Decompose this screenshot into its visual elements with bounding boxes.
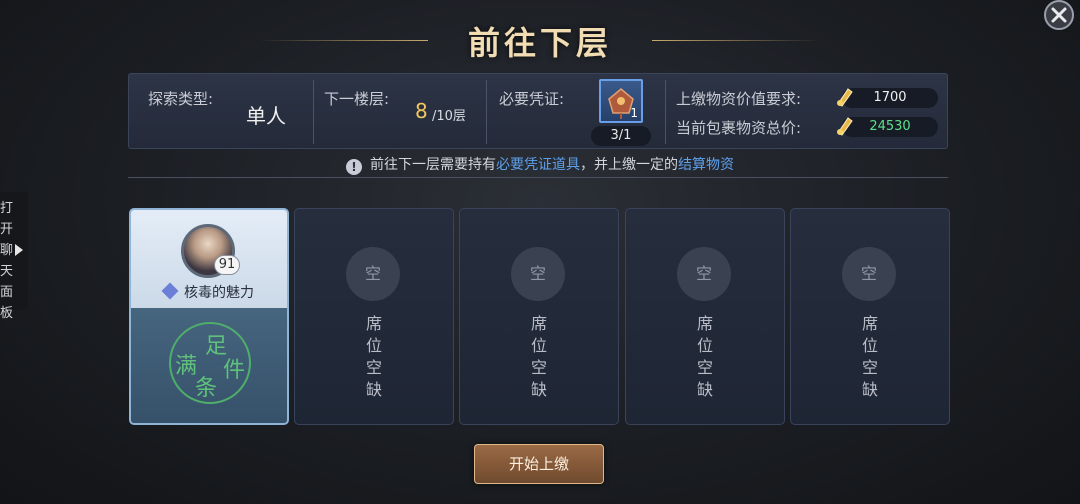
explore-type-section: 探索类型: 单人 [129, 74, 313, 150]
notice-middle: ，并上缴一定的 [580, 157, 678, 173]
seat-empty[interactable]: 空 席位空缺 [459, 208, 619, 425]
credential-section: 必要凭证: 1 3/1 [487, 74, 665, 150]
start-submit-button[interactable]: 开始上缴 [474, 444, 604, 484]
empty-seat-text: 席位空缺 [861, 314, 878, 399]
stamp-char: 满 [175, 354, 198, 379]
seat-empty[interactable]: 空 席位空缺 [625, 208, 785, 425]
credential-item[interactable]: 1 [599, 79, 643, 123]
credential-count: 3/1 [591, 126, 651, 146]
level-badge: 91 [214, 255, 240, 275]
value-section: 上缴物资价值要求: 1700 当前包裹物资总价: 24530 [666, 74, 948, 150]
stamp-char: 件 [223, 358, 246, 383]
credential-label: 必要凭证: [499, 90, 565, 108]
coin-icon [837, 88, 853, 107]
current-value-label: 当前包裹物资总价: [676, 119, 802, 137]
seat-empty[interactable]: 空 席位空缺 [790, 208, 950, 425]
notice-link-settlement[interactable]: 结算物资 [678, 157, 734, 173]
info-panel: 探索类型: 单人 下一楼层: 8 /10层 必要凭证: 1 3/1 上缴物资价值… [128, 73, 948, 149]
player-card-bottom: 满 足 条 件 [131, 308, 287, 423]
empty-seat-marker: 空 [842, 247, 896, 301]
next-floor-current: 8 [415, 99, 428, 123]
title-bar: 前往下层 [0, 14, 1080, 62]
empty-seat-text: 席位空缺 [530, 314, 547, 399]
notice-link-credential[interactable]: 必要凭证道具 [496, 157, 580, 173]
empty-seat-marker: 空 [346, 247, 400, 301]
info-icon: ! [346, 159, 362, 175]
chat-tab-label: 打开聊天面板 [0, 201, 14, 321]
coin-icon [837, 117, 853, 136]
next-floor-label: 下一楼层: [324, 90, 390, 108]
seat-filled[interactable]: 91 核毒的魅力 满 足 条 件 [129, 208, 289, 425]
stamp-char: 条 [195, 376, 218, 401]
explore-type-label: 探索类型: [148, 90, 214, 108]
required-value: 1700 [842, 88, 938, 108]
empty-seat-marker: 空 [511, 247, 565, 301]
separator [128, 177, 948, 178]
arrow-right-icon [15, 244, 23, 256]
credential-qty: 1 [630, 106, 638, 120]
notice-text: ! 前往下一层需要持有必要凭证道具，并上缴一定的结算物资 [0, 154, 1080, 175]
page-title: 前往下层 [467, 24, 612, 62]
empty-seat-text: 席位空缺 [696, 314, 713, 399]
next-floor-section: 下一楼层: 8 /10层 [314, 74, 486, 150]
gem-icon [161, 282, 179, 300]
title-decor-right [652, 40, 822, 41]
current-value: 24530 [842, 117, 938, 137]
close-button[interactable] [1044, 0, 1074, 30]
required-value-label: 上缴物资价值要求: [676, 90, 802, 108]
player-card-top: 91 核毒的魅力 [131, 210, 287, 308]
next-floor-total: /10层 [432, 109, 466, 124]
seat-empty[interactable]: 空 席位空缺 [294, 208, 454, 425]
player-name: 核毒的魅力 [131, 282, 287, 302]
notice-prefix: 前往下一层需要持有 [370, 157, 496, 173]
open-chat-panel-tab[interactable]: 打开聊天面板 [0, 192, 28, 321]
empty-seat-marker: 空 [677, 247, 731, 301]
player-name-text: 核毒的魅力 [184, 285, 254, 301]
condition-met-stamp: 满 足 条 件 [169, 322, 251, 404]
close-icon [1051, 7, 1067, 23]
empty-seat-text: 席位空缺 [365, 314, 382, 399]
explore-type-value: 单人 [246, 104, 286, 128]
